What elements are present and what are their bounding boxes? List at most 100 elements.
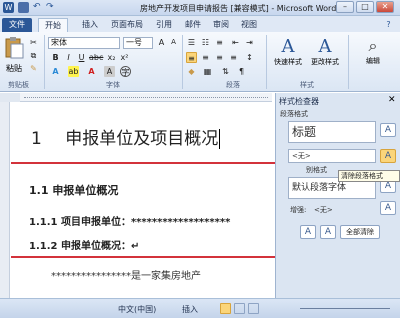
line-spacing-icon[interactable]: ↕ (244, 52, 255, 63)
superscript-button[interactable]: x² (119, 52, 130, 63)
document-page[interactable]: 1 申报单位及项目概况 1.1 申报单位概况 1.1.1 项目申报单位：****… (11, 102, 275, 298)
full-screen-icon[interactable] (234, 303, 245, 314)
status-bar: 中文(中国) 插入 (0, 298, 400, 318)
font-size-combo[interactable]: 一号 (123, 37, 153, 49)
language-status[interactable]: 中文(中国) (118, 304, 156, 315)
help-icon[interactable]: ? (383, 19, 394, 30)
para-style-value: 标题 (292, 125, 317, 139)
tab-mailings[interactable]: 邮件 (180, 18, 206, 32)
text-cursor (219, 129, 221, 149)
underline-button[interactable]: U (76, 52, 87, 63)
clear-char-format-button[interactable]: A (380, 201, 396, 215)
bold-button[interactable]: B (50, 52, 61, 63)
vertical-ruler[interactable] (0, 102, 10, 298)
style-inspector-title: 样式检查器 (279, 97, 319, 106)
format-painter-icon[interactable]: ✎ (28, 63, 39, 74)
ruler-scale (24, 97, 268, 98)
para-format-label: 段落格式 (280, 110, 308, 118)
group-font-label: 字体 (106, 81, 120, 89)
change-styles-label: 更改样式 (311, 58, 339, 66)
tab-insert[interactable]: 插入 (75, 18, 105, 32)
separator (348, 35, 349, 89)
tab-view[interactable]: 视图 (236, 18, 262, 32)
bullets-icon[interactable]: ☰ (186, 37, 197, 48)
show-marks-icon[interactable]: ¶ (236, 66, 247, 77)
print-layout-icon[interactable] (220, 303, 231, 314)
enclose-char-icon[interactable]: 字 (120, 66, 131, 77)
paste-icon (5, 37, 24, 59)
decrease-indent-icon[interactable]: ⇤ (230, 37, 241, 48)
separator (182, 35, 183, 89)
tab-page-layout[interactable]: 页面布局 (106, 18, 148, 32)
tab-review[interactable]: 审阅 (208, 18, 234, 32)
cut-icon[interactable]: ✂ (28, 37, 39, 48)
horizontal-ruler[interactable] (20, 93, 272, 102)
heading1-text: 申报单位及项目概况 (65, 129, 219, 149)
para-style-box[interactable]: 标题 (288, 121, 376, 143)
char-shading-icon[interactable]: A (104, 66, 115, 77)
word-app-icon[interactable]: W (3, 2, 14, 13)
save-icon[interactable] (18, 2, 29, 13)
zoom-slider[interactable] (300, 308, 390, 309)
tab-file[interactable]: 文件 (2, 18, 32, 32)
clear-all-button[interactable]: 全部清除 (340, 225, 380, 239)
tab-home[interactable]: 开始 (38, 18, 68, 32)
justify-button[interactable]: ≡ (228, 52, 239, 63)
group-clipboard-label: 剪贴板 (8, 81, 29, 89)
insert-mode-status[interactable]: 插入 (182, 304, 198, 315)
align-right-button[interactable]: ≡ (214, 52, 225, 63)
char-modifier-label: 增强: (290, 206, 307, 214)
close-button[interactable]: ✕ (376, 1, 394, 13)
strikethrough-button[interactable]: abc (89, 52, 103, 63)
style-inspector-pane: 样式检查器 ✕ 段落格式 标题 A <无> A 别格式 默认段落字体 A 增强:… (275, 93, 400, 298)
web-layout-icon[interactable] (248, 303, 259, 314)
change-styles-button[interactable]: A 更改样式 (307, 36, 343, 78)
heading-rule (11, 256, 275, 258)
ribbon-tabs: 文件 开始 插入 页面布局 引用 邮件 审阅 视图 ? (0, 16, 400, 32)
redo-icon[interactable]: ↷ (46, 2, 57, 13)
para-modifier-box[interactable]: <无> (288, 149, 376, 163)
pane-close-icon[interactable]: ✕ (388, 95, 396, 105)
view-buttons (220, 303, 280, 314)
char-style-value: 默认段落字体 (292, 183, 347, 193)
clear-para-format-button[interactable]: A (380, 149, 396, 163)
tooltip: 清除段落格式 (338, 170, 400, 182)
shading-icon[interactable]: ◆ (186, 66, 197, 77)
heading3-b: 1.1.2 申报单位概况：↵ (29, 241, 140, 252)
title-bar: W ↶ ↷ 房地产开发项目申请报告 [兼容模式] - Microsoft Wor… (0, 0, 400, 16)
numbering-icon[interactable]: ☷ (200, 37, 211, 48)
copy-icon[interactable]: ⧉ (28, 50, 39, 61)
tab-references[interactable]: 引用 (151, 18, 177, 32)
reveal-formatting-button[interactable]: A (320, 225, 336, 239)
text-effects-icon[interactable]: A (50, 66, 61, 77)
new-style-button[interactable]: A (300, 225, 316, 239)
undo-icon[interactable]: ↶ (33, 2, 44, 13)
multilevel-list-icon[interactable]: ≡ (214, 37, 225, 48)
borders-icon[interactable]: ▦ (202, 66, 213, 77)
sort-icon[interactable]: ⇅ (220, 66, 231, 77)
reset-para-style-button[interactable]: A (380, 123, 396, 137)
edit-label: 编辑 (366, 57, 380, 65)
maximize-button[interactable]: □ (356, 1, 374, 13)
align-left-button[interactable]: ≡ (186, 52, 197, 63)
group-paragraph-label: 段落 (226, 81, 240, 89)
font-name-combo[interactable]: 宋体 (48, 37, 120, 49)
heading-rule (11, 162, 275, 164)
edit-button[interactable]: ⌕ 编辑 (356, 36, 390, 78)
heading3-a: 1.1.1 项目申报单位：******************* (29, 217, 231, 228)
paste-label: 粘贴 (6, 64, 22, 73)
grow-font-icon[interactable]: A (156, 37, 167, 48)
shrink-font-icon[interactable]: A (168, 37, 179, 48)
subscript-button[interactable]: x₂ (106, 52, 117, 63)
minimize-button[interactable]: – (336, 1, 354, 13)
binoculars-icon: ⌕ (368, 36, 378, 55)
paste-button[interactable]: 粘贴 (3, 36, 25, 74)
window-title: 房地产开发项目申请报告 [兼容模式] - Microsoft Word (140, 4, 337, 13)
quick-styles-button[interactable]: A 快速样式 (270, 36, 306, 78)
highlight-icon[interactable]: ab (68, 66, 79, 77)
ribbon: 粘贴 ✂ ⧉ ✎ 剪贴板 宋体 一号 A A B I U abc x₂ x² A… (0, 32, 400, 92)
italic-button[interactable]: I (63, 52, 74, 63)
font-color-icon[interactable]: A (86, 66, 97, 77)
align-center-button[interactable]: ≡ (200, 52, 211, 63)
increase-indent-icon[interactable]: ⇥ (244, 37, 255, 48)
